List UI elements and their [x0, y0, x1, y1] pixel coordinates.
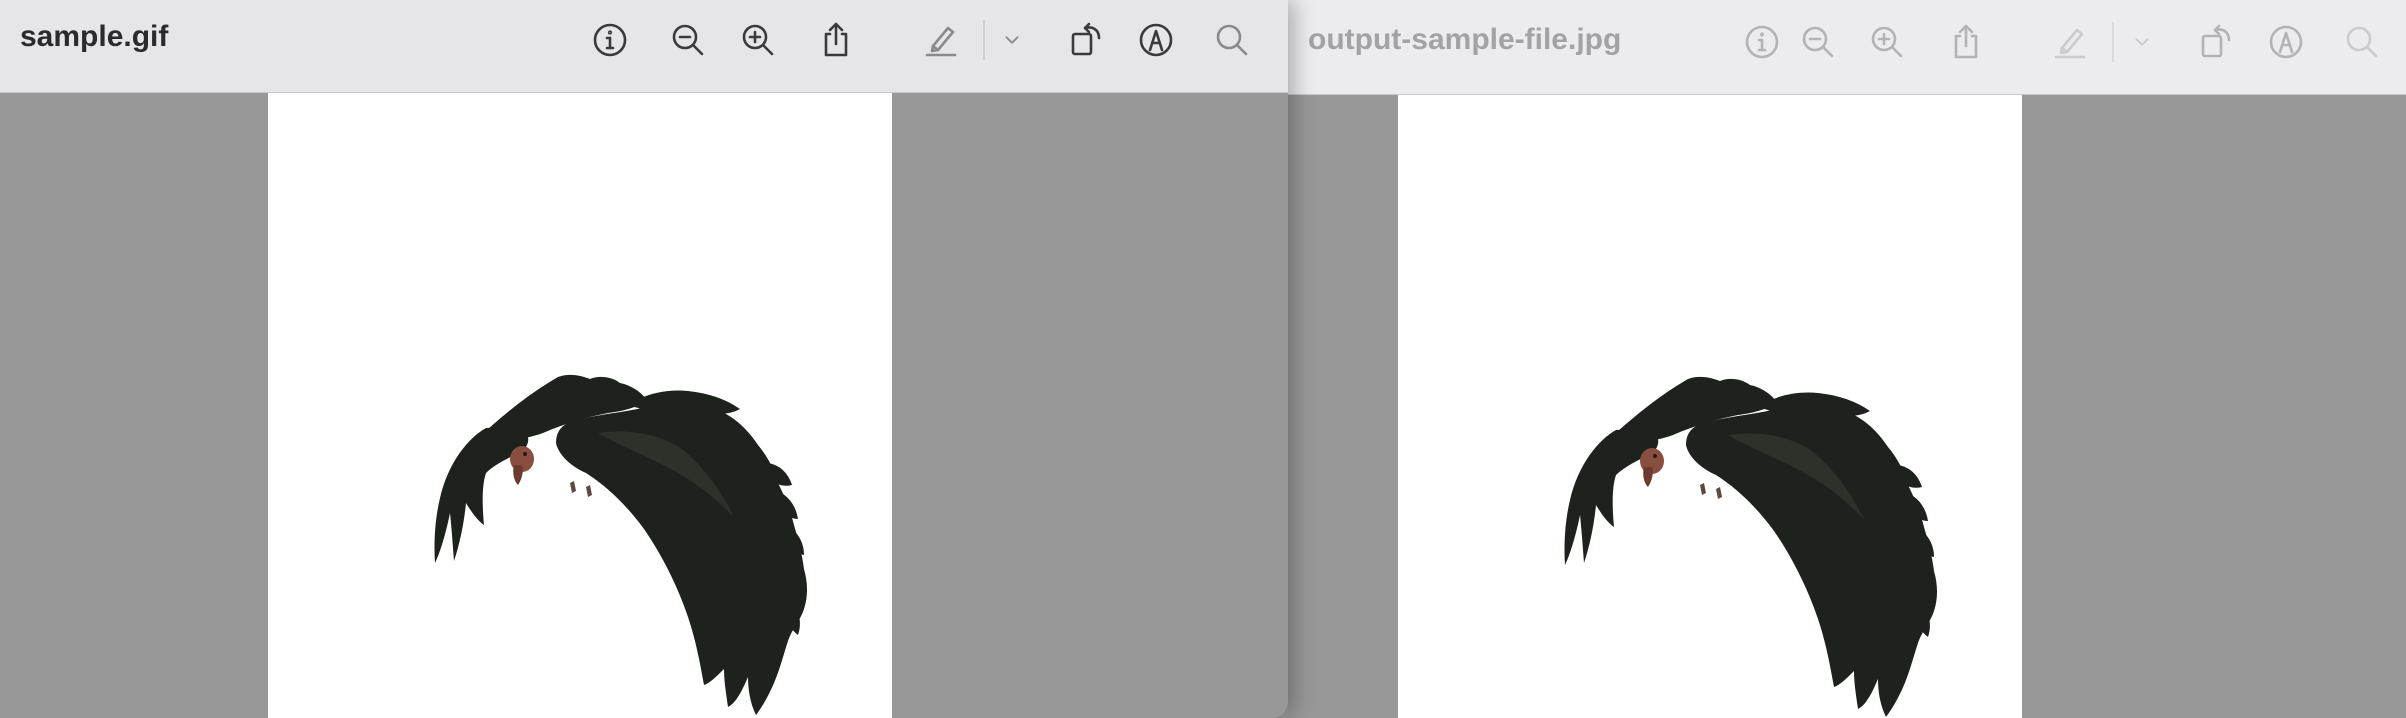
zoom-in-icon [738, 20, 778, 60]
search-icon [1212, 20, 1252, 60]
zoom-in-button[interactable] [1863, 18, 1911, 66]
search-button[interactable] [2338, 18, 2386, 66]
zoom-out-button[interactable] [664, 16, 712, 64]
toolbar-divider [983, 20, 985, 60]
highlight-pen-icon [921, 20, 961, 60]
markup-button[interactable] [1132, 16, 1180, 64]
info-button[interactable] [1738, 18, 1786, 66]
highlight-options-button[interactable] [988, 16, 1036, 64]
highlight-pen-icon [2050, 22, 2090, 62]
window-toolbar: output-sample-file.jpg [1288, 0, 2406, 95]
zoom-in-icon [1867, 22, 1907, 62]
share-icon [816, 20, 856, 60]
markup-icon [2266, 22, 2306, 62]
info-button[interactable] [586, 16, 634, 64]
chevron-down-icon [998, 26, 1026, 54]
window-title[interactable]: sample.gif [20, 20, 168, 54]
chevron-down-icon [2128, 28, 2156, 56]
image-canvas[interactable] [1398, 95, 2022, 718]
markup-icon [1136, 20, 1176, 60]
markup-button[interactable] [2262, 18, 2310, 66]
zoom-in-button[interactable] [734, 16, 782, 64]
info-icon [1742, 22, 1782, 62]
info-icon [590, 20, 630, 60]
share-button[interactable] [1942, 18, 1990, 66]
rotate-icon [1067, 20, 1107, 60]
vulture-image [1398, 95, 2022, 718]
zoom-out-icon [668, 20, 708, 60]
rotate-icon [2197, 22, 2237, 62]
highlight-button[interactable] [917, 16, 965, 64]
zoom-out-button[interactable] [1794, 18, 1842, 66]
image-canvas[interactable] [268, 93, 892, 718]
rotate-button[interactable] [1063, 16, 1111, 64]
window-toolbar: sample.gif [0, 0, 1288, 93]
preview-window-output-sample-file: output-sample-file.jpg [1288, 0, 2406, 718]
highlight-options-button[interactable] [2118, 18, 2166, 66]
share-icon [1946, 22, 1986, 62]
zoom-out-icon [1798, 22, 1838, 62]
share-button[interactable] [812, 16, 860, 64]
highlight-button[interactable] [2046, 18, 2094, 66]
search-icon [2342, 22, 2382, 62]
preview-window-sample-gif: sample.gif [0, 0, 1288, 718]
rotate-button[interactable] [2193, 18, 2241, 66]
toolbar-divider [2112, 22, 2114, 62]
vulture-image [268, 93, 892, 718]
window-title[interactable]: output-sample-file.jpg [1308, 23, 1621, 57]
search-button[interactable] [1208, 16, 1256, 64]
